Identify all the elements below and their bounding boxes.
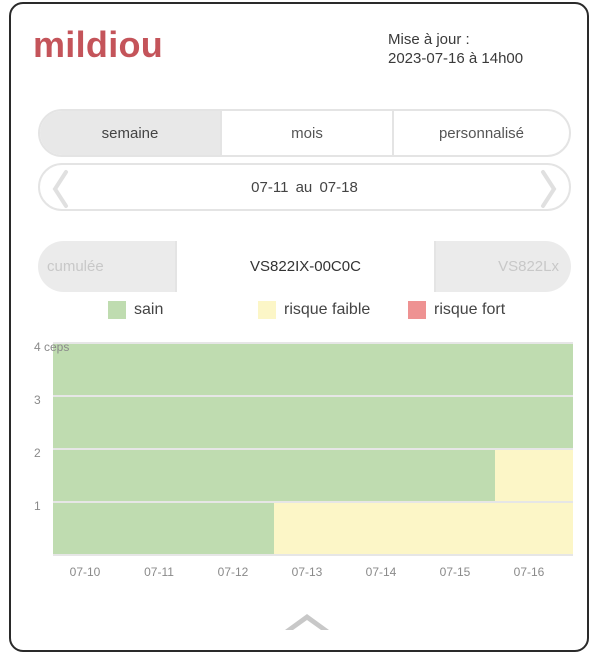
legend-item-sain: sain <box>108 301 163 319</box>
x-tick-label: 07-13 <box>292 565 323 579</box>
update-info: Mise à jour : 2023-07-16 à 14h00 <box>388 30 523 68</box>
legend-label-sain: sain <box>134 301 164 318</box>
mildiou-chart: 1 2 3 4 ceps 07-10 07-11 07-12 07-13 07-14 07-15 0… <box>34 340 573 579</box>
x-tick-label: 07-16 <box>514 565 545 579</box>
x-tick-label: 07-15 <box>440 565 471 579</box>
cep-4-segment-sain <box>53 344 573 395</box>
legend-item-risque-faible: risque faible <box>258 301 370 319</box>
sensor-next[interactable]: VS822Lx <box>436 241 571 292</box>
sensor-selected[interactable]: VS822IX-00C0C <box>175 241 436 292</box>
x-tick-label: 07-10 <box>70 565 101 579</box>
date-range-text: 07-11 au 07-18 <box>251 179 358 196</box>
tab-mois[interactable]: mois <box>220 111 392 155</box>
period-selector: semaine mois personnalisé <box>38 109 571 157</box>
update-label: Mise à jour : <box>388 31 470 48</box>
chevron-up-icon[interactable] <box>283 610 331 632</box>
legend-label-risque-fort: risque fort <box>434 301 506 318</box>
sensor-selector: cumulée VS822IX-00C0C VS822Lx <box>38 241 571 292</box>
cep-2-segment-sain <box>53 450 495 501</box>
page-title: mildiou <box>33 24 164 65</box>
x-tick-label: 07-11 <box>144 565 174 579</box>
x-tick-label: 07-14 <box>366 565 397 579</box>
legend-swatch-sain <box>108 301 126 319</box>
legend-swatch-risque-fort <box>408 301 426 319</box>
date-to: 07-18 <box>319 178 358 196</box>
cep-2-segment-risque-faible <box>495 450 573 501</box>
date-range: 07-11 au 07-18 <box>38 163 571 211</box>
chevron-right-icon[interactable] <box>539 169 559 209</box>
y-tick-label: 1 <box>34 499 41 513</box>
cep-1-segment-sain <box>53 503 274 554</box>
cep-3-segment-sain <box>53 397 573 448</box>
tab-semaine[interactable]: semaine <box>40 111 220 155</box>
tab-personnalise[interactable]: personnalisé <box>392 111 569 155</box>
chevron-left-icon[interactable] <box>50 169 70 209</box>
update-value: 2023-07-16 à 14h00 <box>388 50 524 67</box>
legend-swatch-risque-faible <box>258 301 276 319</box>
y-tick-label: 4 ceps <box>34 340 69 354</box>
sensor-cumulee[interactable]: cumulée <box>38 241 175 292</box>
cep-1-segment-risque-faible <box>274 503 573 554</box>
x-tick-label: 07-12 <box>218 565 249 579</box>
y-tick-label: 2 <box>34 446 41 460</box>
y-tick-label: 3 <box>34 393 41 407</box>
legend-item-risque-fort: risque fort <box>408 301 505 319</box>
date-from: 07-11 <box>251 178 289 196</box>
date-separator: au <box>295 178 313 196</box>
legend-label-risque-faible: risque faible <box>284 301 371 318</box>
